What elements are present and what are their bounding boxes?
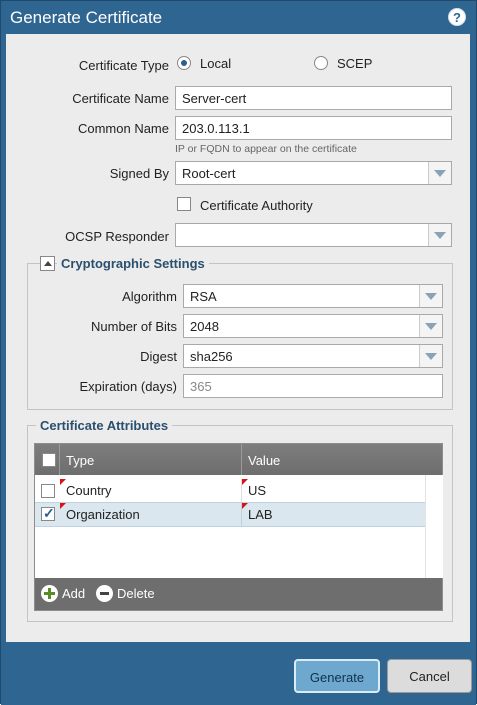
cell-type-text: Organization xyxy=(66,507,140,522)
title-bar[interactable]: Generate Certificate ? xyxy=(1,1,476,35)
digest-value: sha256 xyxy=(190,349,233,364)
table-toolbar: Add Delete xyxy=(35,578,442,610)
common-name-hint: IP or FQDN to appear on the certificate xyxy=(175,143,357,155)
cryptographic-settings-title: Cryptographic Settings xyxy=(57,256,209,271)
signed-by-value: Root-cert xyxy=(182,166,236,181)
signed-by-select[interactable]: Root-cert xyxy=(175,161,452,185)
common-name-input[interactable]: 203.0.113.1 xyxy=(175,116,452,140)
cell-value[interactable]: LAB xyxy=(242,503,425,526)
chevron-down-icon[interactable] xyxy=(419,285,442,307)
signed-by-label: Signed By xyxy=(109,166,169,181)
algorithm-value: RSA xyxy=(190,289,217,304)
chevron-down-icon[interactable] xyxy=(419,345,442,367)
cell-value-text: LAB xyxy=(248,507,273,522)
certificate-authority-checkbox[interactable] xyxy=(177,197,191,211)
table-row[interactable]: Organization LAB xyxy=(35,502,425,527)
expiration-label: Expiration (days) xyxy=(79,379,177,394)
local-radio[interactable] xyxy=(177,56,191,70)
digest-select[interactable]: sha256 xyxy=(183,344,443,368)
edited-marker-icon xyxy=(60,503,66,509)
row-checkbox[interactable] xyxy=(41,505,55,522)
ocsp-responder-select[interactable] xyxy=(175,223,452,247)
expiration-input[interactable]: 365 xyxy=(183,374,443,398)
table-row[interactable]: Country US xyxy=(35,479,425,502)
column-header-value[interactable]: Value xyxy=(248,444,280,475)
scep-radio[interactable] xyxy=(314,56,328,70)
collapse-icon[interactable] xyxy=(40,256,55,271)
generate-button[interactable]: Generate xyxy=(294,659,380,693)
attributes-table: Type Value Country US Organization LAB xyxy=(34,443,443,611)
certificate-authority-label[interactable]: Certificate Authority xyxy=(200,198,313,213)
number-of-bits-value: 2048 xyxy=(190,319,219,334)
certificate-type-label: Certificate Type xyxy=(78,58,169,73)
help-icon[interactable]: ? xyxy=(448,8,466,26)
chevron-down-icon[interactable] xyxy=(419,315,442,337)
edited-marker-icon xyxy=(242,503,248,509)
select-all-checkbox[interactable] xyxy=(42,453,56,467)
algorithm-select[interactable]: RSA xyxy=(183,284,443,308)
cell-type[interactable]: Organization xyxy=(60,503,242,526)
common-name-label: Common Name xyxy=(77,121,169,136)
dialog-title: Generate Certificate xyxy=(10,8,163,27)
cell-type[interactable]: Country xyxy=(60,479,242,502)
cell-type-text: Country xyxy=(66,483,112,498)
cancel-button[interactable]: Cancel xyxy=(387,659,472,693)
add-label: Add xyxy=(62,586,86,601)
number-of-bits-select[interactable]: 2048 xyxy=(183,314,443,338)
edited-marker-icon xyxy=(60,479,66,485)
local-radio-label[interactable]: Local xyxy=(200,56,231,71)
cell-value[interactable]: US xyxy=(242,479,425,502)
table-header: Type Value xyxy=(35,444,442,475)
certificate-name-label: Certificate Name xyxy=(72,91,169,106)
edited-marker-icon xyxy=(242,479,248,485)
delete-label: Delete xyxy=(117,586,155,601)
plus-icon xyxy=(41,585,58,602)
digest-label: Digest xyxy=(140,349,177,364)
ocsp-responder-label: OCSP Responder xyxy=(65,229,169,244)
cell-value-text: US xyxy=(248,483,267,498)
certificate-attributes-title: Certificate Attributes xyxy=(36,418,173,433)
scep-radio-label[interactable]: SCEP xyxy=(337,56,372,71)
chevron-down-icon[interactable] xyxy=(428,162,451,184)
chevron-down-icon[interactable] xyxy=(428,224,451,246)
row-checkbox[interactable] xyxy=(41,484,55,498)
algorithm-label: Algorithm xyxy=(122,289,177,304)
minus-icon xyxy=(96,585,113,602)
number-of-bits-label: Number of Bits xyxy=(91,319,177,334)
column-header-type[interactable]: Type xyxy=(66,444,94,475)
certificate-name-input[interactable]: Server-cert xyxy=(175,86,452,110)
table-scrollbar[interactable] xyxy=(425,475,443,578)
